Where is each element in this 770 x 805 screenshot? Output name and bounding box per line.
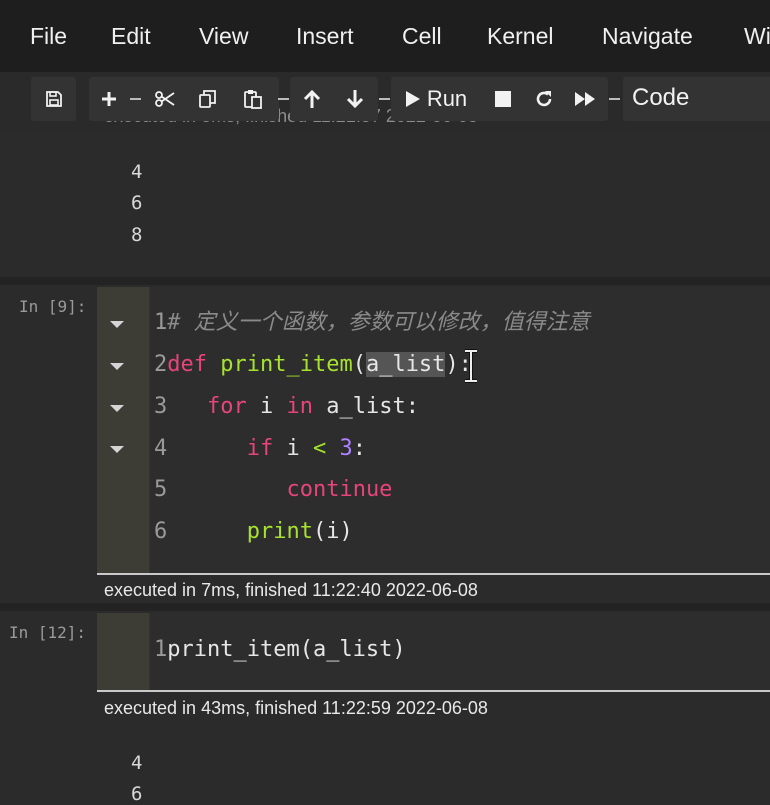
code-line: 3 for i in a_list: xyxy=(154,392,419,422)
code-token: : xyxy=(352,436,366,461)
operator: < xyxy=(312,436,327,461)
plus-icon xyxy=(102,92,116,106)
paste-icon xyxy=(244,90,262,109)
keyword-for: for xyxy=(207,394,247,419)
arrow-down-icon xyxy=(346,90,364,109)
menu-bar: File Edit View Insert Cell Kernel Naviga… xyxy=(0,0,770,72)
menu-edit[interactable]: Edit xyxy=(111,21,151,51)
menu-insert[interactable]: Insert xyxy=(296,21,354,51)
refresh-icon xyxy=(536,91,552,107)
run-all-button[interactable] xyxy=(570,77,600,121)
menu-kernel[interactable]: Kernel xyxy=(487,21,553,51)
builtin-print: print xyxy=(246,519,313,544)
save-button[interactable] xyxy=(31,77,76,121)
move-down-button[interactable] xyxy=(340,77,370,121)
move-up-button[interactable] xyxy=(297,77,327,121)
line-number: 5 xyxy=(154,477,168,502)
stop-icon xyxy=(495,91,511,107)
menu-navigate[interactable]: Navigate xyxy=(602,21,693,51)
output-line: 8 xyxy=(131,224,143,246)
fold-arrow-icon[interactable] xyxy=(110,405,124,412)
fold-gutter xyxy=(97,287,149,573)
paren: ( xyxy=(352,352,366,377)
toolbar-separator xyxy=(278,98,289,100)
output-line: 4 xyxy=(131,752,143,774)
execution-time: executed in 7ms, finished 11:22:40 2022-… xyxy=(104,580,478,600)
keyword-def: def xyxy=(167,352,207,377)
cell-prompt: In [12]: xyxy=(9,623,87,642)
cut-button[interactable] xyxy=(150,77,180,121)
code-token: i xyxy=(273,436,313,461)
fold-arrow-icon[interactable] xyxy=(110,363,124,370)
function-name: print_item xyxy=(220,352,353,377)
code-line: 6 print(i) xyxy=(154,517,353,547)
menu-widgets[interactable]: Wi xyxy=(744,21,770,51)
keyword-in: in xyxy=(286,394,314,419)
arrow-up-icon xyxy=(303,89,321,108)
keyword-if: if xyxy=(246,436,274,461)
scissors-icon xyxy=(155,91,175,107)
code-line: 4 if i < 3: xyxy=(154,434,366,464)
keyword-continue: continue xyxy=(286,477,393,502)
text-cursor-icon xyxy=(465,349,477,383)
code-token: print_item(a_list) xyxy=(167,637,406,662)
copy-icon xyxy=(199,90,216,108)
fold-gutter xyxy=(97,613,149,690)
cell-prompt: In [9]: xyxy=(19,297,87,316)
output-line: 6 xyxy=(131,783,143,805)
code-line: 1print_item(a_list) xyxy=(154,635,406,665)
code-line: 1# 定义一个函数，参数可以修改，值得注意 xyxy=(154,308,590,338)
fold-arrow-icon[interactable] xyxy=(110,446,124,453)
code-line: 5 continue xyxy=(154,475,392,505)
restart-button[interactable] xyxy=(529,77,559,121)
cell-bottom-border xyxy=(97,573,770,575)
run-button[interactable]: Run xyxy=(400,77,472,121)
cell-divider xyxy=(0,603,770,611)
code-token: a_list: xyxy=(313,394,419,419)
cell-divider xyxy=(0,277,770,285)
toolbar-separator xyxy=(609,98,620,100)
fold-arrow-icon[interactable] xyxy=(110,321,124,328)
toolbar-separator xyxy=(130,98,141,100)
line-number: 1 xyxy=(154,637,168,662)
output-line: 4 xyxy=(131,161,143,183)
menu-cell[interactable]: Cell xyxy=(402,21,442,51)
execution-time: executed in 43ms, finished 11:22:59 2022… xyxy=(104,698,488,718)
menu-view[interactable]: View xyxy=(199,21,248,51)
selected-text: a_list xyxy=(365,352,446,377)
line-number: 3 xyxy=(154,394,168,419)
fast-forward-icon xyxy=(575,92,595,106)
code-line: 2def print_item(a_list): xyxy=(154,350,472,380)
line-number: 4 xyxy=(154,436,168,461)
output-line: 6 xyxy=(131,192,143,214)
line-number: 2 xyxy=(154,352,168,377)
play-icon xyxy=(405,91,420,107)
line-number: 6 xyxy=(154,519,168,544)
floppy-disk-icon xyxy=(45,91,62,107)
interrupt-button[interactable] xyxy=(489,77,517,121)
code-token: (i) xyxy=(312,519,353,544)
insert-cell-button[interactable] xyxy=(94,77,124,121)
cell-bottom-border xyxy=(97,690,770,692)
copy-button[interactable] xyxy=(193,77,223,121)
code-comment: # 定义一个函数，参数可以修改，值得注意 xyxy=(167,310,590,335)
cell-type-label: Code xyxy=(632,84,690,111)
line-number: 1 xyxy=(154,310,168,335)
run-label: Run xyxy=(426,86,468,111)
code-token: i xyxy=(246,394,287,419)
paste-button[interactable] xyxy=(238,77,268,121)
menu-file[interactable]: File xyxy=(30,21,67,51)
number-literal: 3 xyxy=(339,436,353,461)
toolbar-separator xyxy=(379,98,390,100)
